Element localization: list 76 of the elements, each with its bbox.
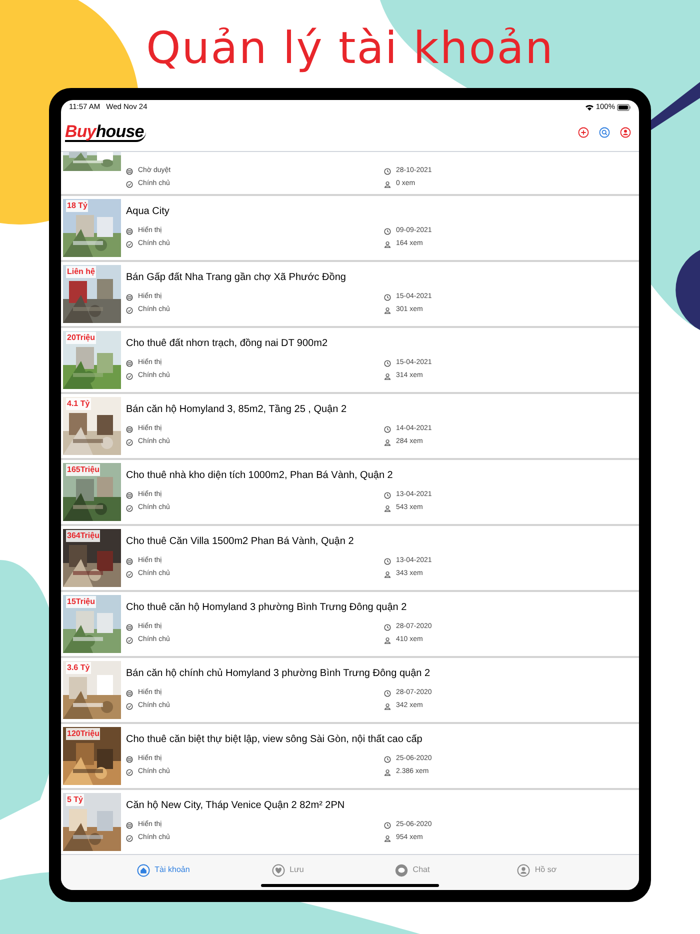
person-icon	[384, 835, 391, 842]
status-icon	[126, 426, 133, 433]
search-icon[interactable]	[599, 127, 610, 138]
listing-title: Bán Gấp đất Nha Trang gần chợ Xã Phước Đồng	[126, 271, 347, 285]
decor-stripe	[651, 82, 700, 130]
clock-icon	[384, 360, 391, 367]
price-label: 15Triệu	[66, 596, 96, 608]
listing-title: Cho thuê căn hộ Homyland 3 phường Bình Trưng Đông quận 2	[126, 601, 408, 615]
listing-title: Cho thuê đất nhơn trạch, đồng nai DT 900m2	[126, 337, 329, 351]
price-label: 165Triệu	[66, 464, 100, 476]
home-icon	[136, 864, 150, 876]
price-label: 120Triệu	[66, 728, 100, 740]
person-icon	[384, 373, 391, 380]
status-icon	[126, 492, 133, 499]
price-label: 20Triệu	[66, 332, 96, 344]
person-icon	[384, 637, 391, 644]
price-label: 364Triệu	[66, 530, 100, 542]
status-icon	[126, 228, 133, 235]
check-circle-icon	[126, 439, 133, 446]
check-circle-icon	[126, 571, 133, 578]
person-icon	[516, 864, 530, 876]
check-circle-icon	[126, 769, 133, 776]
app-logo: Buyhouse	[65, 123, 146, 142]
price-label: 5 Tỷ	[66, 794, 84, 806]
check-circle-icon	[126, 835, 133, 842]
price-label: 4.1 Tỷ	[66, 398, 91, 410]
check-circle-icon	[126, 373, 133, 380]
person-icon	[384, 571, 391, 578]
battery-icon	[617, 104, 631, 110]
headline: Quản lý tài khoản	[146, 22, 554, 76]
clock-icon	[384, 492, 391, 499]
listing-title: Căn hộ New City, Tháp Venice Quận 2 82m² 2PN	[126, 799, 346, 813]
add-icon[interactable]	[578, 127, 589, 138]
price-label: Liên hệ	[66, 266, 96, 278]
tab-label[interactable]: Tài khoản	[154, 864, 190, 876]
person-icon	[384, 505, 391, 512]
clock-icon	[384, 822, 391, 829]
status-icon	[126, 690, 133, 697]
listing-title: Bán căn hộ Homyland 3, 85m2, Tầng 25 , Quận 2	[126, 403, 348, 417]
listing-title: Cho thuê nhà kho diện tích 1000m2, Phan Bá Vành, Quận 2	[126, 469, 394, 483]
check-circle-icon	[126, 181, 133, 188]
listing-title: Aqua City	[126, 205, 170, 219]
status-icon	[126, 822, 133, 829]
wifi-icon	[584, 104, 594, 110]
clock-icon	[384, 756, 391, 763]
listing-title: Cho thuê Căn Villa 1500m2 Phan Bá Vành, Quận 2	[126, 535, 355, 549]
status-icon	[126, 294, 133, 301]
clock-icon	[384, 558, 391, 565]
clock-icon	[384, 294, 391, 301]
check-circle-icon	[126, 505, 133, 512]
clock-icon	[384, 624, 391, 631]
status-icon	[126, 756, 133, 763]
status-icon	[126, 168, 133, 175]
clock-icon	[384, 168, 391, 175]
chat-icon	[394, 864, 408, 876]
check-circle-icon	[126, 241, 133, 248]
check-circle-icon	[126, 703, 133, 710]
check-circle-icon	[126, 637, 133, 644]
person-icon	[384, 181, 391, 188]
status-icon	[126, 558, 133, 565]
person-icon	[384, 307, 391, 314]
listing-title: Cho thuê căn biệt thự biệt lập, view sông Sài Gòn, nội thất cao cấp	[126, 733, 424, 747]
clock-icon	[384, 690, 391, 697]
person-icon	[384, 241, 391, 248]
price-label: 18 Tỷ	[66, 200, 88, 212]
check-circle-icon	[126, 307, 133, 314]
clock-icon	[384, 426, 391, 433]
status-icon	[126, 360, 133, 367]
listing-title: Bán căn hộ chính chủ Homyland 3 phường Bình Trưng Đông quận 2	[126, 667, 432, 681]
person-icon	[384, 703, 391, 710]
user-icon[interactable]	[620, 127, 631, 138]
price-label: 3.6 Tỷ	[66, 662, 91, 674]
status-icon	[126, 624, 133, 631]
person-icon	[384, 439, 391, 446]
clock-icon	[384, 228, 391, 235]
person-icon	[384, 769, 391, 776]
